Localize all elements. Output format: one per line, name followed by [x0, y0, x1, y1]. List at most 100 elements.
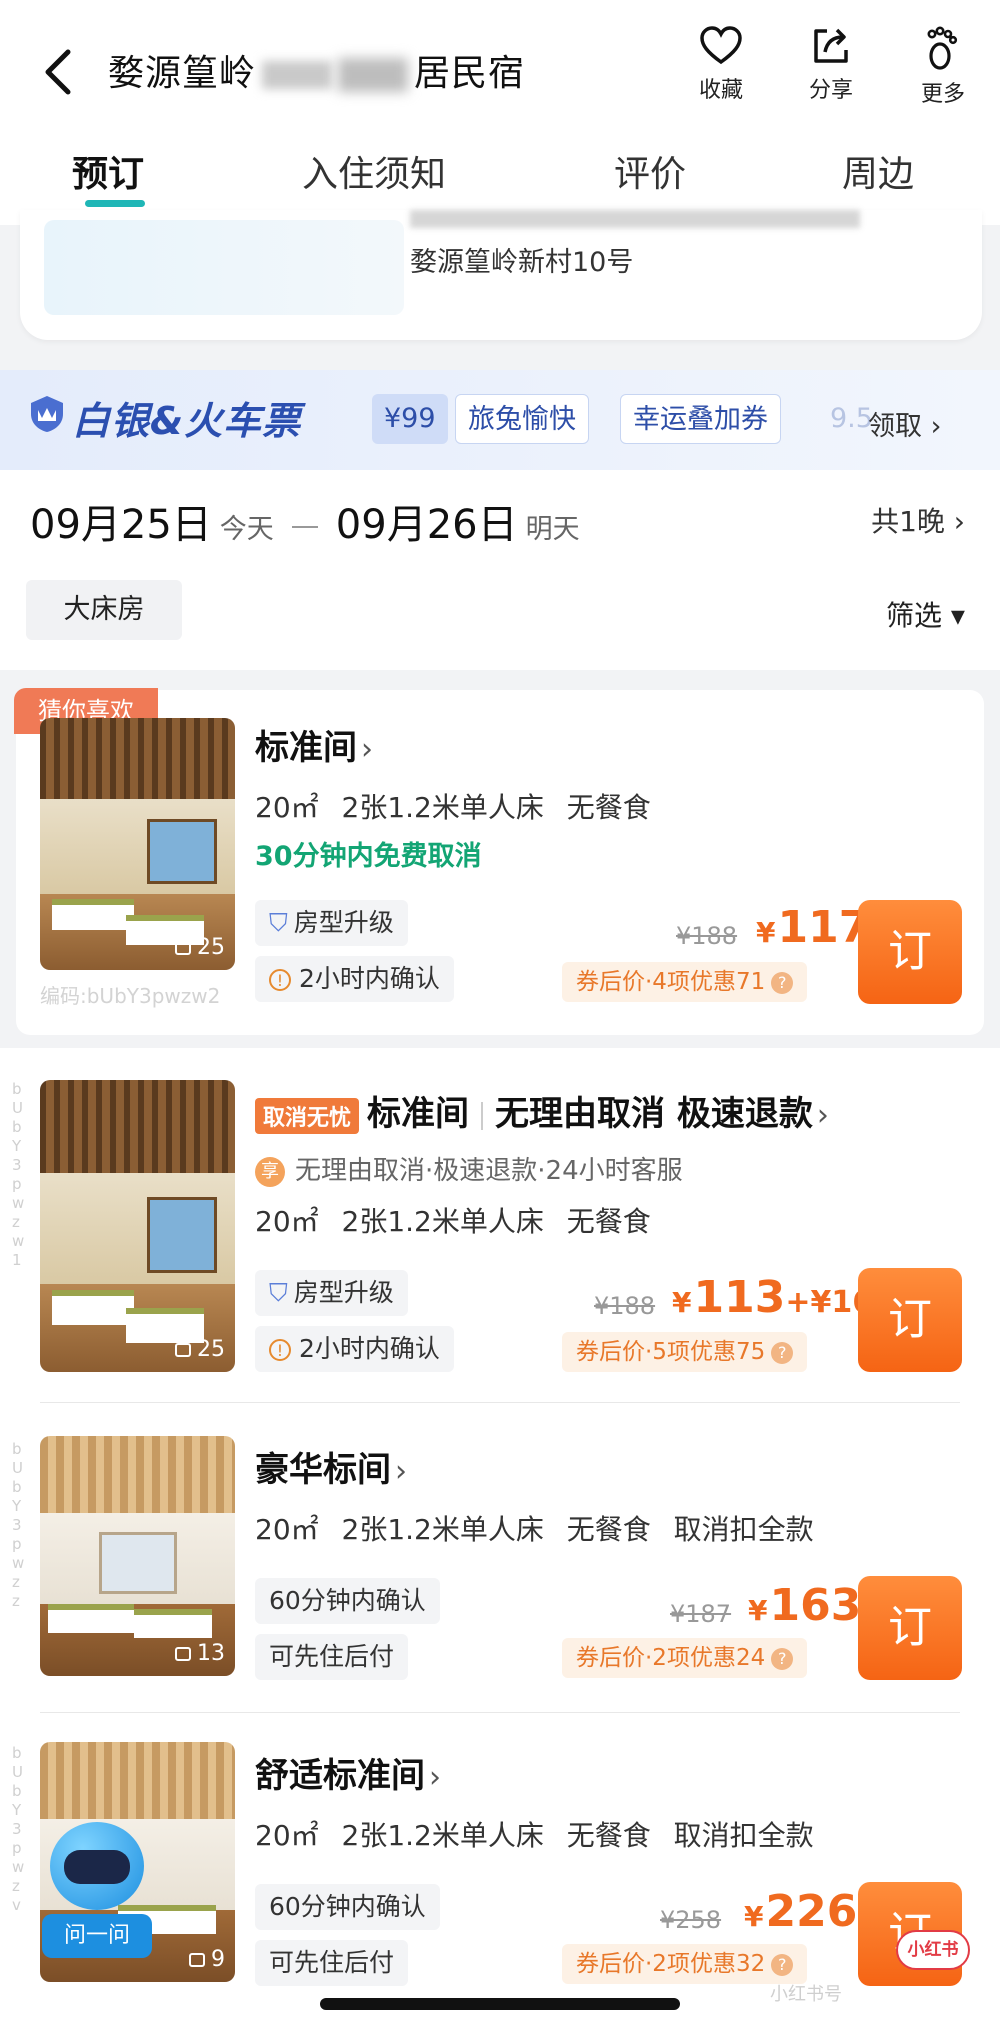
filter-button[interactable]: 筛选 ▾	[886, 594, 965, 634]
chevron-right-icon: ›	[816, 1098, 829, 1133]
question-icon: ?	[771, 1647, 794, 1670]
book-button[interactable]: 订	[858, 900, 962, 1004]
photo-icon	[189, 1953, 205, 1967]
worry-free-cancel-tag: 取消无忧	[255, 1097, 360, 1134]
photo-count: 25	[175, 935, 225, 960]
tab-nearby[interactable]: 周边	[842, 145, 914, 197]
photo-count: 9	[189, 1947, 225, 1972]
checkin-day-label: 今天	[219, 514, 274, 545]
free-cancel-note: 30分钟内免费取消	[255, 841, 482, 872]
confirm-time-badge: 60分钟内确认	[255, 1884, 440, 1930]
shield-icon: ⛉	[269, 1278, 288, 1307]
promo-claim-link[interactable]: 领取 ›	[868, 404, 941, 443]
current-price: ¥226	[744, 1886, 858, 1937]
date-selector[interactable]: 09月25日 今天 09月26日 明天	[30, 492, 580, 550]
redacted-name-blur	[338, 58, 409, 92]
room-photo[interactable]: 25	[40, 718, 235, 970]
tab-reviews[interactable]: 评价	[614, 145, 686, 197]
clock-icon: !	[269, 969, 291, 991]
tab-checkin-notice[interactable]: 入住须知	[302, 145, 446, 197]
more-button[interactable]: 更多	[898, 26, 988, 108]
address-card[interactable]: 婺源篁岭新村10号	[20, 210, 982, 340]
room-name[interactable]: 标准间 ›	[255, 720, 373, 769]
side-watermark: bUbY3pwzw1	[12, 1080, 25, 1269]
favorite-label: 收藏	[698, 78, 743, 103]
pay-later-badge: 可先住后付	[255, 1634, 409, 1680]
row-divider	[40, 1402, 960, 1403]
heart-icon	[700, 26, 742, 65]
confirm-time-badge: 60分钟内确认	[255, 1578, 440, 1624]
bed-type-filter-chip[interactable]: 大床房	[26, 580, 182, 640]
address-line-cutoff	[410, 210, 860, 228]
home-indicator[interactable]	[320, 1998, 680, 2010]
original-price: ¥188	[594, 1292, 656, 1320]
chevron-right-icon: ›	[395, 1454, 407, 1489]
question-icon: ?	[771, 1341, 794, 1364]
room-code: 编码:bUbY3pwzw2	[40, 984, 221, 1008]
book-button[interactable]: 订	[858, 1576, 962, 1680]
share-icon	[814, 28, 848, 63]
coupon-info[interactable]: 券后价·2项优惠32?	[562, 1944, 808, 1984]
room-upgrade-badge: ⛉ 房型升级	[255, 900, 408, 946]
book-button[interactable]: 订	[858, 1268, 962, 1372]
original-price: ¥188	[676, 922, 738, 950]
redacted-name-blur	[262, 61, 333, 89]
share-button[interactable]: 分享	[786, 26, 876, 104]
photo-count: 13	[175, 1641, 225, 1666]
photo-icon	[175, 941, 191, 955]
room-name[interactable]: 舒适标准间 ›	[255, 1748, 441, 1797]
promo-chip-faded: 9.5	[830, 403, 873, 434]
room-spec: 20㎡ 2张1.2米单人床 无餐食	[255, 1205, 651, 1238]
top-bar: 婺源篁岭 居民宿 收藏 分享 更多 预订 入住须知 评价 周边	[0, 0, 1000, 225]
checkout-day-label: 明天	[525, 514, 580, 545]
checkin-date[interactable]: 09月25日	[30, 502, 212, 548]
checkout-date[interactable]: 09月26日	[336, 502, 518, 548]
hotel-title: 婺源篁岭 居民宿	[108, 44, 525, 96]
tab-booking[interactable]: 预订	[72, 145, 144, 197]
promo-banner[interactable]: 白银&火车票 ¥99 旅兔愉快 幸运叠加券 9.5 领取 ›	[0, 370, 1000, 470]
room-spec: 20㎡ 2张1.2米单人床 无餐食	[255, 791, 651, 824]
assistant-label: 问一问	[42, 1914, 152, 1958]
hotel-title-prefix: 婺源篁岭	[108, 53, 257, 94]
side-watermark: bUbY3pwzz	[12, 1440, 25, 1610]
shield-icon: ⛉	[269, 908, 288, 937]
footprint-icon	[927, 26, 958, 70]
side-watermark: bUbY3pwzv	[12, 1744, 25, 1914]
photo-icon	[175, 1647, 191, 1661]
pay-later-badge: 可先住后付	[255, 1940, 409, 1986]
promo-chip-price[interactable]: ¥99	[372, 394, 448, 444]
original-price: ¥258	[660, 1906, 722, 1934]
coupon-info[interactable]: 券后价·5项优惠75?	[562, 1332, 808, 1372]
coupon-info[interactable]: 券后价·4项优惠71?	[562, 962, 808, 1002]
back-arrow-icon[interactable]	[36, 44, 80, 100]
share-label: 分享	[808, 78, 853, 103]
assistant-bot-button[interactable]: 问一问	[42, 1822, 152, 1962]
row-divider	[40, 1712, 960, 1713]
favorite-button[interactable]: 收藏	[676, 26, 766, 104]
confirm-time-badge: ! 2小时内确认	[255, 956, 454, 1002]
question-icon: ?	[771, 971, 794, 994]
photo-count: 25	[175, 1337, 225, 1362]
room-upgrade-badge: ⛉ 房型升级	[255, 1270, 408, 1316]
promo-chip-lucky[interactable]: 幸运叠加券	[620, 394, 781, 444]
room-spec: 20㎡ 2张1.2米单人床 无餐食 取消扣全款	[255, 1513, 814, 1546]
current-price: ¥117	[756, 902, 870, 953]
nights-count[interactable]: 共1晚 ›	[871, 500, 965, 540]
room-name[interactable]: 取消无忧 标准间 无理由取消 极速退款 ›	[255, 1086, 829, 1135]
tab-bar: 预订 入住须知 评价 周边	[0, 145, 1000, 205]
address-text: 婺源篁岭新村10号	[410, 247, 634, 278]
hotel-title-suffix: 居民宿	[414, 53, 526, 94]
xiaohongshu-logo: 小红书	[896, 1930, 970, 1970]
room-photo[interactable]: 25	[40, 1080, 235, 1372]
current-price: ¥113+¥16	[672, 1272, 874, 1323]
promo-title: 白银&火车票	[72, 399, 302, 443]
watermark-text: 小红书号	[770, 1984, 842, 2005]
room-spec: 20㎡ 2张1.2米单人床 无餐食 取消扣全款	[255, 1819, 814, 1852]
room-photo[interactable]: 13	[40, 1436, 235, 1676]
chevron-right-icon: ›	[429, 1760, 441, 1795]
photo-icon	[175, 1343, 191, 1357]
room-name[interactable]: 豪华标间 ›	[255, 1442, 407, 1491]
map-thumbnail[interactable]	[44, 220, 404, 315]
coupon-info[interactable]: 券后价·2项优惠24?	[562, 1638, 808, 1678]
promo-chip-coupon[interactable]: 旅兔愉快	[455, 394, 589, 444]
